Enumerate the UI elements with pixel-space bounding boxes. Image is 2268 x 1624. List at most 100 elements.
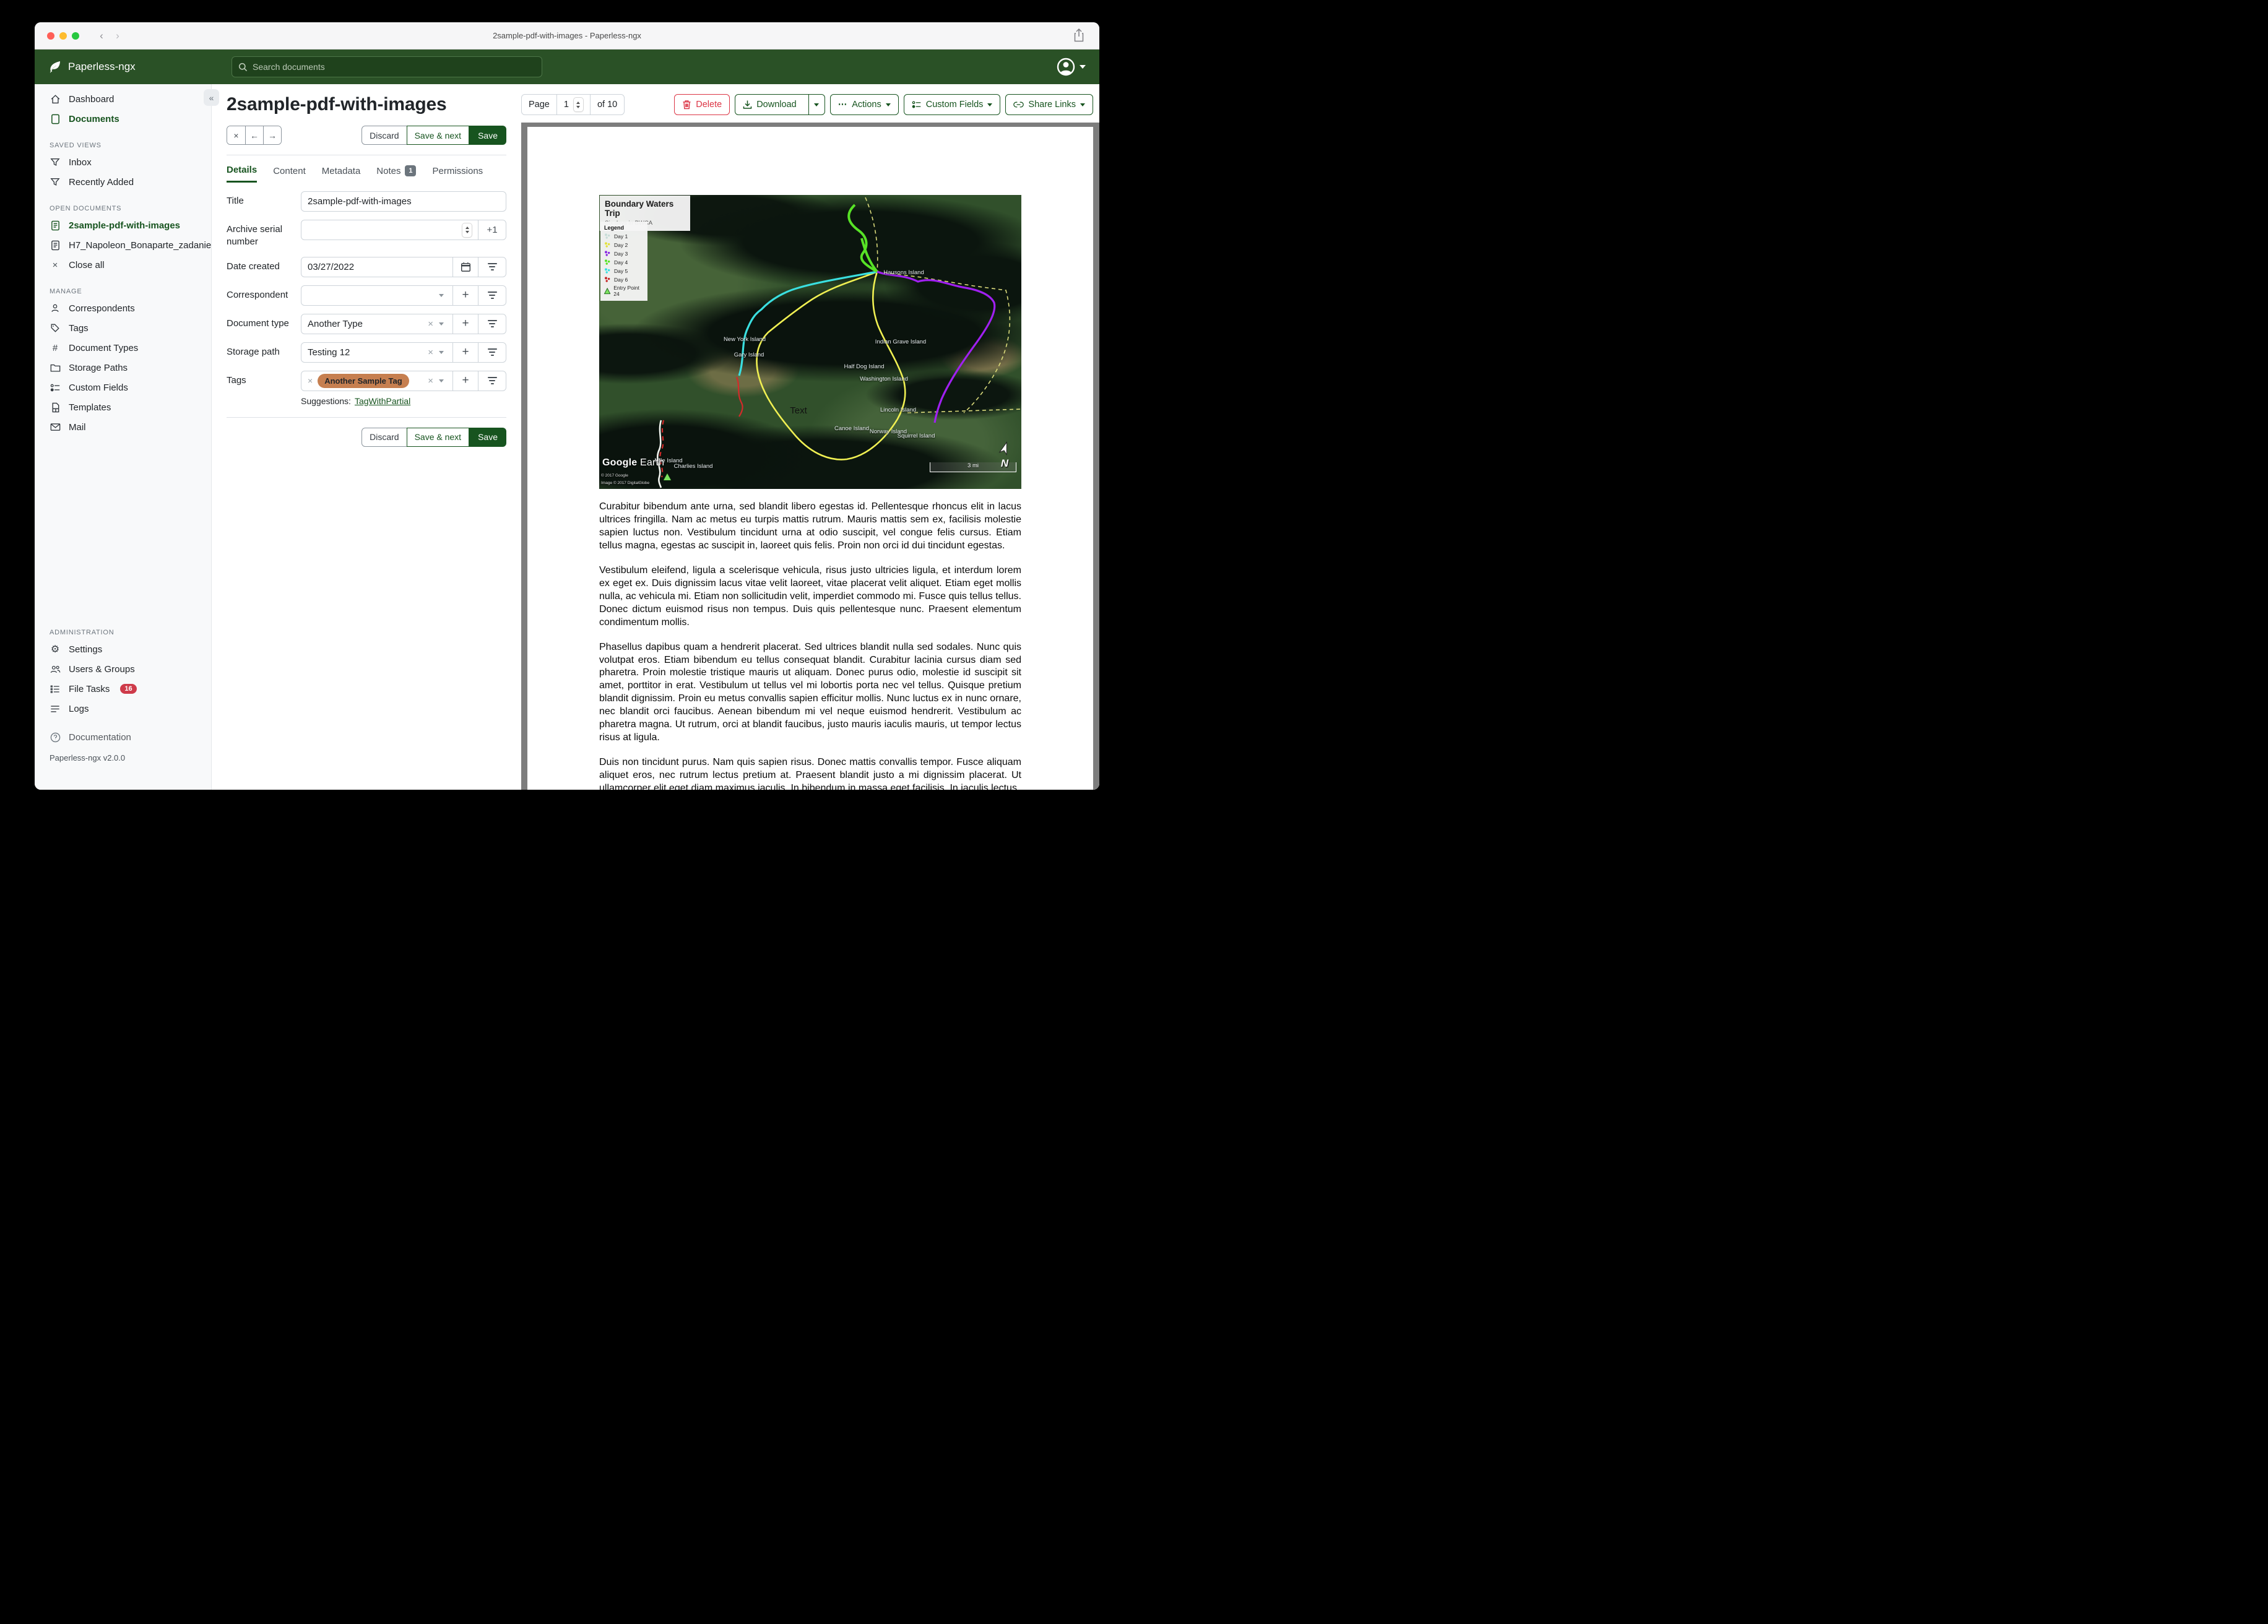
save-button[interactable]: Save — [469, 126, 506, 145]
page-nav-group: Page 1 of 10 — [521, 94, 625, 115]
document-text-icon — [50, 240, 61, 251]
sidebar-item-open-doc-2[interactable]: H7_Napoleon_Bonaparte_zadanie — [35, 235, 211, 255]
storage-path-filter-button[interactable] — [478, 342, 506, 362]
search-input[interactable]: Search documents — [232, 56, 542, 77]
add-correspondent-button[interactable]: + — [452, 285, 478, 305]
title-input[interactable]: 2sample-pdf-with-images — [301, 191, 506, 212]
app-name: Paperless-ngx — [68, 61, 136, 72]
delete-button[interactable]: Delete — [674, 94, 730, 115]
asn-stepper[interactable] — [462, 223, 472, 237]
save-group: Discard Save & next Save — [361, 126, 506, 145]
add-storage-path-button[interactable]: + — [452, 342, 478, 362]
document-paragraph: Curabitur bibendum ante urna, sed blandi… — [599, 501, 1021, 551]
custom-fields-icon — [912, 101, 921, 108]
sidebar-item-mail[interactable]: Mail — [35, 417, 211, 437]
download-dropdown-button[interactable] — [808, 95, 825, 114]
previous-document-button[interactable]: ← — [245, 126, 263, 144]
sidebar-item-storage-paths[interactable]: Storage Paths — [35, 358, 211, 378]
app-window: ‹ › 2sample-pdf-with-images - Paperless-… — [35, 22, 1099, 790]
tab-metadata[interactable]: Metadata — [322, 166, 361, 182]
document-paragraph: Duis non tincidunt purus. Nam quis sapie… — [599, 757, 1021, 790]
date-filter-button[interactable] — [478, 257, 506, 277]
calendar-button[interactable] — [452, 257, 478, 277]
download-main-button[interactable]: Download — [735, 95, 804, 114]
suggestion-link[interactable]: TagWithPartial — [355, 396, 410, 406]
share-icon[interactable] — [1073, 28, 1084, 42]
sidebar-item-correspondents[interactable]: Correspondents — [35, 298, 211, 318]
correspondent-select[interactable] — [301, 286, 452, 305]
field-label-storage-path: Storage path — [227, 346, 280, 357]
storage-path-select[interactable]: Testing 12 × — [301, 343, 452, 362]
sidebar-item-custom-fields[interactable]: Custom Fields — [35, 378, 211, 397]
user-menu[interactable] — [1057, 58, 1086, 76]
clear-icon[interactable]: × — [428, 347, 433, 358]
add-document-type-button[interactable]: + — [452, 314, 478, 334]
map-routes — [657, 197, 1021, 488]
page-number-input[interactable]: 1 — [556, 95, 591, 114]
asn-input[interactable] — [301, 220, 478, 240]
discard-button[interactable]: Discard — [361, 126, 407, 145]
traffic-lights — [47, 32, 79, 40]
folder-icon — [50, 363, 61, 373]
tags-filter-button[interactable] — [478, 371, 506, 391]
browser-back-button[interactable]: ‹ — [95, 30, 108, 42]
share-links-button[interactable]: Share Links — [1005, 94, 1093, 115]
sidebar-item-users-groups[interactable]: Users & Groups — [35, 659, 211, 679]
titlebar: ‹ › 2sample-pdf-with-images - Paperless-… — [35, 22, 1099, 50]
actions-button[interactable]: ⋯ Actions — [829, 94, 899, 115]
sidebar-item-documents[interactable]: Documents — [35, 109, 211, 129]
app-brand[interactable]: Paperless-ngx — [48, 60, 136, 74]
correspondent-filter-button[interactable] — [478, 285, 506, 305]
tag-pill[interactable]: Another Sample Tag — [318, 373, 409, 388]
tags-select[interactable]: × Another Sample Tag × — [301, 371, 452, 391]
document-type-select[interactable]: Another Type × — [301, 314, 452, 334]
sidebar-item-settings[interactable]: ⚙ Settings — [35, 639, 211, 659]
sidebar-item-close-all[interactable]: × Close all — [35, 255, 211, 275]
filter-icon — [50, 177, 61, 187]
tab-permissions[interactable]: Permissions — [432, 166, 483, 182]
map-credit: © 2017 Google — [601, 473, 628, 478]
page-stepper[interactable] — [573, 98, 583, 111]
clear-icon[interactable]: × — [428, 376, 433, 386]
close-window-button[interactable] — [47, 32, 54, 40]
document-edit-panel: 2sample-pdf-with-images × ← → Discard Sa… — [212, 84, 521, 790]
date-created-input[interactable]: 03/27/2022 — [301, 257, 452, 277]
field-label-title: Title — [227, 196, 244, 206]
minimize-window-button[interactable] — [59, 32, 67, 40]
trash-icon — [683, 100, 691, 110]
add-tag-button[interactable]: + — [452, 371, 478, 391]
save-button-bottom[interactable]: Save — [469, 427, 506, 447]
chevron-down-icon — [439, 293, 444, 297]
sidebar-item-inbox[interactable]: Inbox — [35, 152, 211, 172]
sidebar-item-recently-added[interactable]: Recently Added — [35, 172, 211, 192]
remove-tag-icon[interactable]: × — [308, 376, 313, 386]
filter-lines-icon — [487, 377, 497, 384]
sidebar-item-open-doc-1[interactable]: 2sample-pdf-with-images — [35, 215, 211, 235]
sidebar-item-templates[interactable]: Templates — [35, 397, 211, 417]
sidebar-item-logs[interactable]: Logs — [35, 699, 211, 719]
sidebar-item-documentation[interactable]: Documentation — [35, 727, 211, 747]
tab-notes[interactable]: Notes 1 — [376, 165, 417, 182]
page-title: 2sample-pdf-with-images — [227, 94, 447, 114]
next-document-button[interactable]: → — [263, 126, 281, 144]
close-document-button[interactable]: × — [227, 126, 245, 144]
custom-fields-button[interactable]: Custom Fields — [903, 94, 1001, 115]
sidebar-item-file-tasks[interactable]: File Tasks 16 — [35, 679, 211, 699]
sidebar-item-tags[interactable]: Tags — [35, 318, 211, 338]
tab-content[interactable]: Content — [273, 166, 306, 182]
tab-details[interactable]: Details — [227, 165, 258, 183]
sidebar-collapse-button[interactable]: « — [204, 89, 219, 106]
pdf-viewer[interactable]: Boundary Waters Trip Six days in BWCA Le… — [521, 123, 1099, 790]
save-next-button-bottom[interactable]: Save & next — [406, 427, 470, 447]
app-header: Paperless-ngx Search documents — [35, 50, 1099, 84]
document-type-filter-button[interactable] — [478, 314, 506, 334]
sidebar-item-dashboard[interactable]: Dashboard — [35, 89, 211, 109]
document-paragraph: Phasellus dapibus quam a hendrerit place… — [599, 641, 1021, 743]
discard-button-bottom[interactable]: Discard — [361, 427, 407, 447]
asn-increment-button[interactable]: +1 — [478, 220, 506, 240]
save-next-button[interactable]: Save & next — [406, 126, 470, 145]
sidebar-item-document-types[interactable]: # Document Types — [35, 338, 211, 358]
zoom-window-button[interactable] — [72, 32, 79, 40]
browser-forward-button[interactable]: › — [111, 30, 124, 42]
clear-icon[interactable]: × — [428, 319, 433, 329]
